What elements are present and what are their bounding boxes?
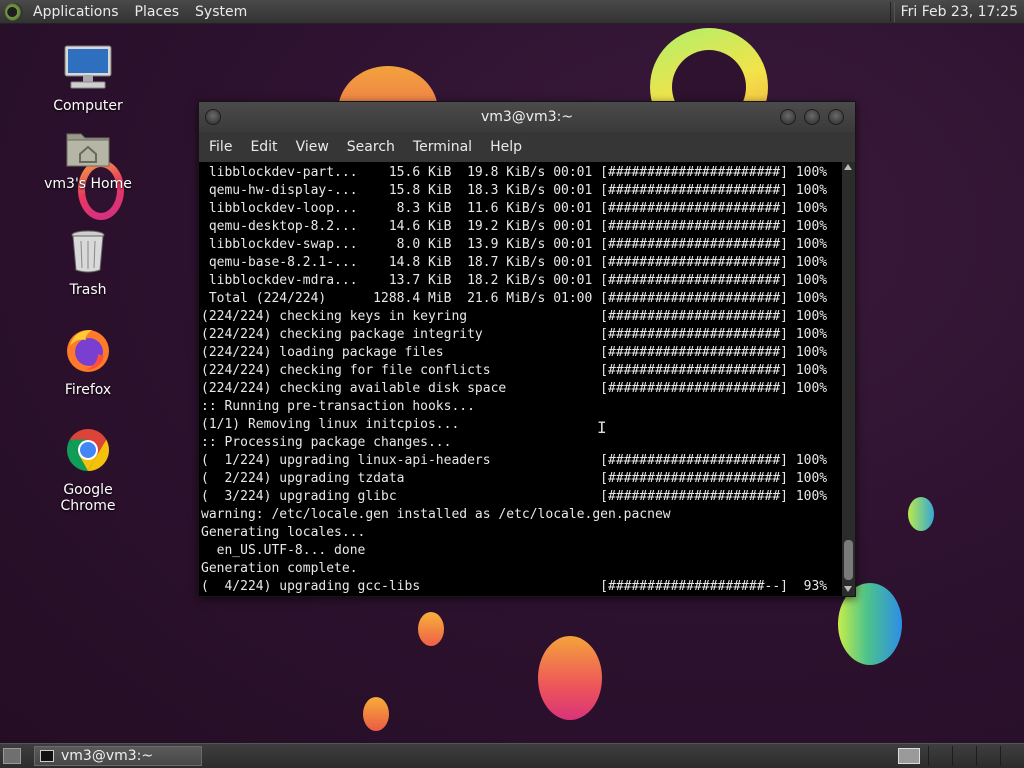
taskbar-terminal-button[interactable]: vm3@vm3:~ xyxy=(34,746,202,766)
terminal-line: qemu-hw-display-... 15.8 KiB 18.3 KiB/s … xyxy=(208,183,828,198)
terminal-line: libblockdev-swap... 8.0 KiB 13.9 KiB/s 0… xyxy=(208,237,828,252)
decorative-blob xyxy=(363,697,389,731)
window-titlebar[interactable]: vm3@vm3:~ xyxy=(199,102,855,132)
terminal-line: libblockdev-loop... 8.3 KiB 11.6 KiB/s 0… xyxy=(208,201,828,216)
minimize-button[interactable] xyxy=(780,109,796,125)
menu-system[interactable]: System xyxy=(187,0,255,24)
menu-applications[interactable]: Applications xyxy=(25,0,127,24)
terminal-line: en_US.UTF-8... done xyxy=(216,543,366,558)
terminal-line: Total (224/224) 1288.4 MiB 21.6 MiB/s 01… xyxy=(208,291,828,306)
clock[interactable]: Fri Feb 23, 17:25 xyxy=(901,4,1024,20)
show-desktop-button[interactable] xyxy=(3,748,21,764)
terminal-text: libblockdev-part... 15.6 KiB 19.8 KiB/s … xyxy=(199,162,842,596)
terminal-icon xyxy=(40,750,54,762)
workspace-2[interactable] xyxy=(928,746,953,766)
terminal-line: warning: /etc/locale.gen installed as /e… xyxy=(201,507,671,522)
terminal-line: ( 4/224) upgrading gcc-libs [###########… xyxy=(201,579,828,594)
desktop-icon-label: Google Chrome xyxy=(60,482,116,514)
computer-icon xyxy=(38,44,138,94)
terminal-line: :: Running pre-transaction hooks... xyxy=(201,399,475,414)
text-cursor-icon: I xyxy=(597,418,607,437)
menu-terminal[interactable]: Terminal xyxy=(405,139,482,155)
terminal-window[interactable]: vm3@vm3:~ File Edit View Search Terminal… xyxy=(198,101,856,597)
menu-places[interactable]: Places xyxy=(127,0,188,24)
close-button[interactable] xyxy=(828,109,844,125)
trash-icon xyxy=(38,228,138,278)
terminal-line: Generation complete. xyxy=(201,561,358,576)
scrollbar-thumb[interactable] xyxy=(844,540,853,580)
workspace-4[interactable] xyxy=(976,746,1001,766)
terminal-line: ( 3/224) upgrading glibc [##############… xyxy=(201,489,828,504)
terminal-line: qemu-desktop-8.2... 14.6 KiB 19.2 KiB/s … xyxy=(208,219,828,234)
terminal-line: (224/224) checking for file conflicts [#… xyxy=(201,363,828,378)
terminal-line: (224/224) checking available disk space … xyxy=(201,381,828,396)
taskbar-label: vm3@vm3:~ xyxy=(61,748,154,764)
bottom-panel: vm3@vm3:~ xyxy=(0,743,1024,768)
top-panel: Applications Places System Fri Feb 23, 1… xyxy=(0,0,1024,24)
window-title: vm3@vm3:~ xyxy=(480,109,574,125)
scroll-down-icon[interactable] xyxy=(844,586,852,592)
menu-search[interactable]: Search xyxy=(339,139,405,155)
workspace-3[interactable] xyxy=(952,746,977,766)
terminal-line: qemu-base-8.2.1-... 14.8 KiB 18.7 KiB/s … xyxy=(208,255,828,270)
desktop-icon-label: Computer xyxy=(53,98,123,114)
maximize-button[interactable] xyxy=(804,109,820,125)
desktop-icon-label: Firefox xyxy=(64,382,112,398)
decorative-blob xyxy=(908,497,934,531)
desktop-icon-firefox[interactable]: Firefox xyxy=(38,326,138,398)
desktop-icon-home[interactable]: vm3's Home xyxy=(38,128,138,192)
distro-logo-icon[interactable] xyxy=(5,2,23,21)
terminal-line: (224/224) loading package files [#######… xyxy=(201,345,828,360)
chrome-icon xyxy=(38,426,138,478)
workspace-5[interactable] xyxy=(1000,746,1024,766)
desktop-icon-computer[interactable]: Computer xyxy=(38,44,138,114)
terminal-line: :: Processing package changes... xyxy=(201,435,452,450)
terminal-line: (224/224) checking package integrity [##… xyxy=(201,327,828,342)
menu-help[interactable]: Help xyxy=(482,139,532,155)
decorative-blob xyxy=(538,636,602,720)
terminal-line: Generating locales... xyxy=(201,525,366,540)
decorative-blob xyxy=(418,612,444,646)
terminal-scrollbar[interactable] xyxy=(842,162,855,596)
terminal-line: (224/224) checking keys in keyring [####… xyxy=(201,309,828,324)
desktop-icon-chrome[interactable]: Google Chrome xyxy=(38,426,138,514)
panel-separator xyxy=(889,1,895,22)
desktop-icon-trash[interactable]: Trash xyxy=(38,228,138,298)
terminal-line: libblockdev-part... 15.6 KiB 19.8 KiB/s … xyxy=(208,165,828,180)
home-folder-icon xyxy=(38,128,138,172)
desktop-icon-label: vm3's Home xyxy=(44,176,132,192)
desktop-icon-label: Trash xyxy=(69,282,107,298)
terminal-line: ( 1/224) upgrading linux-api-headers [##… xyxy=(201,453,828,468)
terminal-line: (1/1) Removing linux initcpios... xyxy=(201,417,460,432)
terminal-line: ( 2/224) upgrading tzdata [#############… xyxy=(201,471,828,486)
menu-view[interactable]: View xyxy=(288,139,339,155)
menu-file[interactable]: File xyxy=(201,139,242,155)
terminal-menubar: File Edit View Search Terminal Help xyxy=(199,132,855,162)
terminal-output[interactable]: libblockdev-part... 15.6 KiB 19.8 KiB/s … xyxy=(199,162,842,596)
menu-edit[interactable]: Edit xyxy=(242,139,287,155)
terminal-line: libblockdev-mdra... 13.7 KiB 18.2 KiB/s … xyxy=(208,273,828,288)
workspace-switcher[interactable] xyxy=(898,748,920,764)
scroll-up-icon[interactable] xyxy=(844,164,852,170)
firefox-icon xyxy=(38,326,138,378)
